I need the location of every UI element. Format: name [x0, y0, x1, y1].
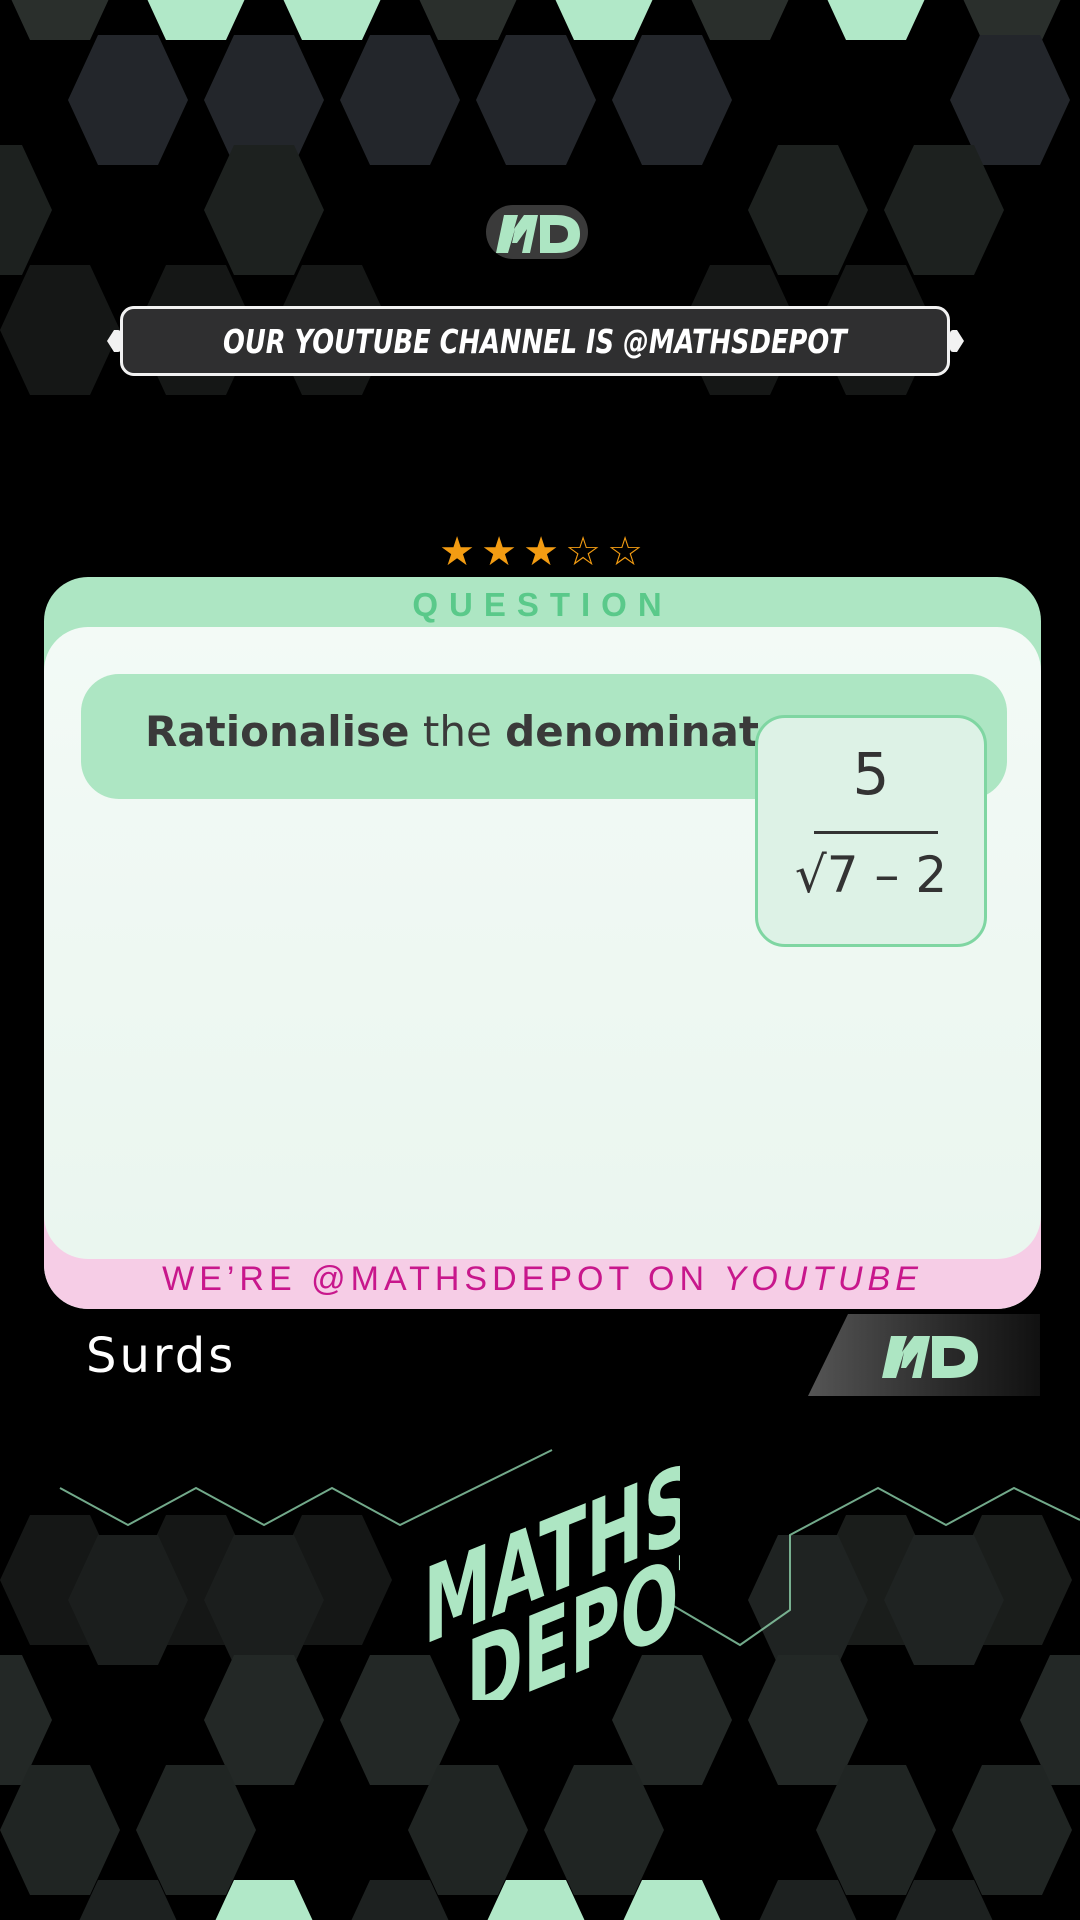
- star-empty-icon: ☆: [607, 529, 643, 575]
- logo-tab: [808, 1314, 1040, 1396]
- youtube-banner: OUR YOUTUBE CHANNEL IS @MATHSDEPOT: [120, 306, 950, 376]
- difficulty-rating: ★ ★ ★ ☆ ☆: [436, 530, 646, 574]
- banner-text: OUR YOUTUBE CHANNEL IS @MATHSDEPOT: [223, 321, 847, 361]
- instruction-text: Rationalise the denominator...: [145, 707, 849, 756]
- fraction-denominator: √7 – 2: [794, 846, 948, 904]
- md-logo-icon: [486, 205, 588, 259]
- topic-label: Surds: [86, 1328, 237, 1384]
- fraction-bar: [814, 831, 938, 834]
- fraction-box: 5 √7 – 2: [755, 715, 987, 947]
- star-filled-icon: ★: [439, 529, 475, 575]
- card-header: QUESTION: [44, 577, 1041, 629]
- maths-depot-logo-icon: MATHS DEPOT: [423, 1440, 680, 1700]
- star-filled-icon: ★: [523, 529, 559, 575]
- card-footer-text: WE’RE @MATHSDEPOT ON YOUTUBE: [162, 1260, 923, 1298]
- card-header-label: QUESTION: [412, 586, 673, 623]
- star-filled-icon: ★: [481, 529, 517, 575]
- fraction-numerator: 5: [852, 740, 890, 808]
- star-empty-icon: ☆: [565, 529, 601, 575]
